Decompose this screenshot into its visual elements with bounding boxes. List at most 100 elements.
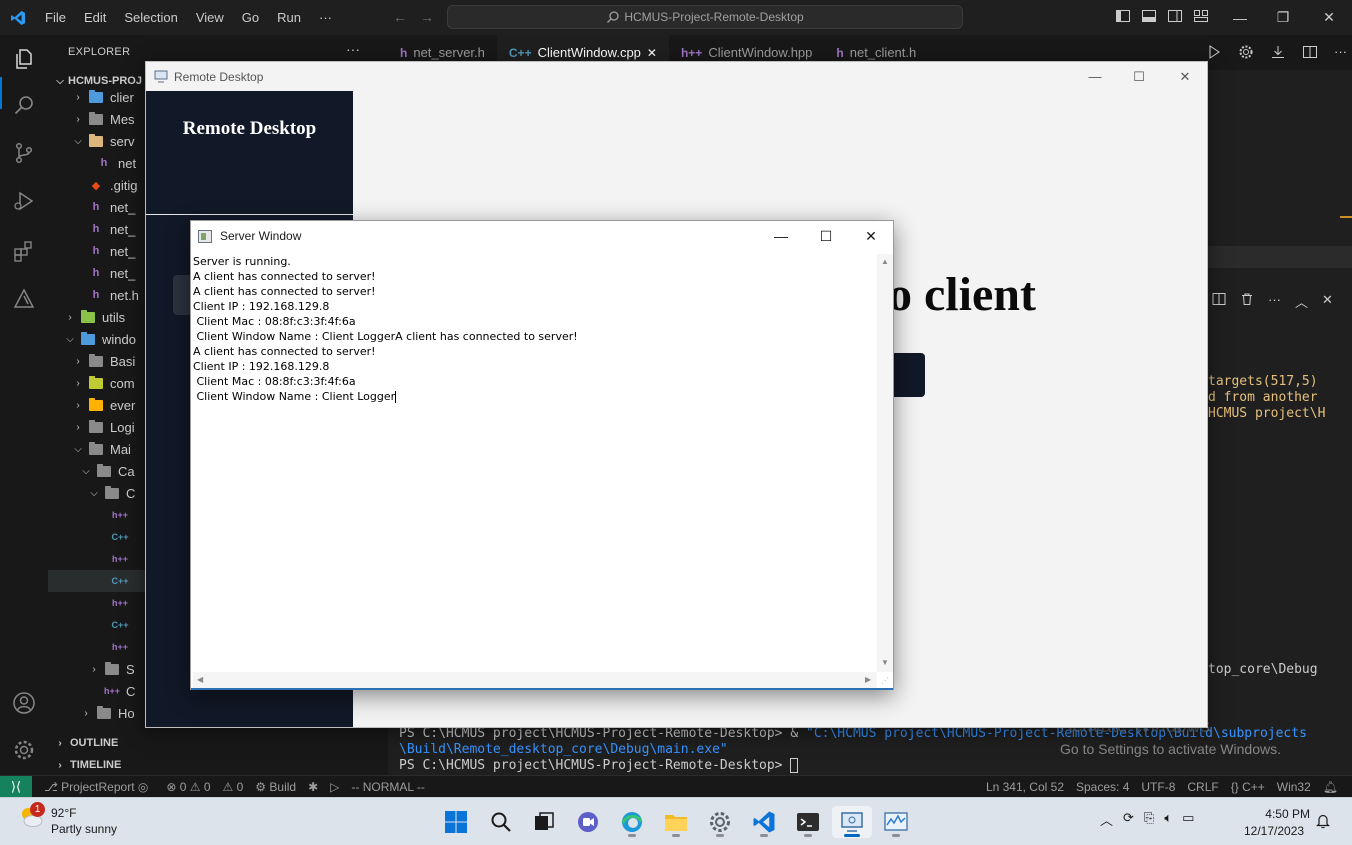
remote-desktop-taskbar-button[interactable]	[832, 806, 872, 838]
remote-desktop-titlebar[interactable]: Remote Desktop — ☐ ✕	[146, 62, 1207, 91]
weather-widget[interactable]: 1	[18, 802, 45, 830]
notifications-bell-icon[interactable]: 🔔︎	[1317, 780, 1344, 794]
trash-icon[interactable]	[1240, 292, 1254, 306]
minimize-icon[interactable]: —	[1072, 62, 1118, 91]
branch-status[interactable]: ⎇ ProjectReport ◎	[38, 780, 154, 794]
volume-icon[interactable]: 🔈︎	[1164, 810, 1172, 829]
taskbar-search-button[interactable]	[481, 806, 521, 838]
resource-monitor-button[interactable]	[876, 806, 916, 838]
download-icon[interactable]	[1270, 44, 1286, 60]
server-log-textarea[interactable]: Server is running. A client has connecte…	[193, 254, 873, 674]
task-view-button[interactable]	[524, 806, 564, 838]
restore-icon[interactable]: ❐	[1260, 0, 1306, 35]
build-status[interactable]: ⚙ Build	[249, 780, 302, 794]
minimize-icon[interactable]: —	[1217, 0, 1263, 35]
settings-gear-icon[interactable]	[12, 738, 36, 762]
encoding-status[interactable]: UTF-8	[1135, 780, 1181, 794]
forward-arrow-icon[interactable]: →	[420, 9, 434, 25]
menu-view[interactable]: View	[187, 0, 233, 35]
close-icon[interactable]: ✕	[1306, 0, 1352, 35]
network-icon[interactable]: ⎘	[1144, 810, 1154, 829]
maximize-panel-icon[interactable]: ︿	[1295, 292, 1308, 311]
menu-go[interactable]: Go	[233, 0, 268, 35]
tree-item-label: .gitig	[110, 177, 138, 193]
extensions-icon[interactable]	[12, 239, 36, 263]
resize-grip-icon[interactable]: ⋰	[881, 676, 889, 685]
clock-date[interactable]: 12/17/2023	[1244, 824, 1304, 838]
sync-icon[interactable]: ⟳	[1123, 810, 1134, 829]
ports-status[interactable]: ⚠ 0	[217, 780, 250, 794]
close-icon[interactable]: ✕	[848, 221, 894, 251]
search-activity-icon[interactable]	[12, 93, 36, 117]
run-debug-icon[interactable]	[12, 189, 36, 213]
chevron-down-icon: ⌵	[74, 443, 82, 455]
windows-taskbar: 1 92°F Partly sunny ︿ ⟳ ⎘ 🔈︎ ▭ 4:50 PM 1…	[0, 797, 1352, 845]
menu-selection[interactable]: Selection	[115, 0, 186, 35]
source-control-icon[interactable]	[12, 141, 36, 165]
maximize-icon[interactable]: ☐	[803, 221, 849, 251]
indentation-status[interactable]: Spaces: 4	[1070, 780, 1135, 794]
running-indicator	[760, 834, 768, 837]
start-button[interactable]	[436, 806, 476, 838]
timeline-section[interactable]: › TIMELINE	[48, 754, 388, 776]
split-terminal-icon[interactable]	[1212, 292, 1226, 306]
settings-app-button[interactable]	[700, 806, 740, 838]
vertical-scrollbar[interactable]: ▲ ▼	[877, 254, 893, 672]
menu-file[interactable]: File	[36, 0, 75, 35]
file-explorer-button[interactable]	[656, 806, 696, 838]
show-hidden-icons-chevron-icon[interactable]: ︿	[1100, 810, 1113, 829]
toggle-secondary-sidebar-icon[interactable]	[1167, 8, 1183, 24]
vscode-taskbar-button[interactable]	[744, 806, 784, 838]
remote-indicator-icon[interactable]: ⟩⟨	[0, 775, 32, 798]
terminal-prompt-line[interactable]: PS C:\HCMUS project\HCMUS-Project-Remote…	[399, 758, 799, 773]
clock-time[interactable]: 4:50 PM	[1262, 807, 1310, 821]
menu-run[interactable]: Run	[268, 0, 310, 35]
battery-icon[interactable]: ▭	[1182, 810, 1194, 829]
explorer-icon[interactable]	[12, 47, 36, 71]
outline-section[interactable]: › OUTLINE	[48, 732, 388, 754]
scroll-down-arrow-icon[interactable]: ▼	[881, 658, 889, 667]
minimize-icon[interactable]: —	[758, 221, 804, 251]
scroll-left-arrow-icon[interactable]: ◀	[197, 675, 203, 684]
maximize-icon[interactable]: ☐	[1116, 62, 1162, 91]
edge-browser-button[interactable]	[612, 806, 652, 838]
cmake-icon[interactable]	[12, 287, 36, 311]
close-panel-icon[interactable]: ✕	[1322, 292, 1333, 311]
horizontal-scrollbar[interactable]: ◀ ▶	[193, 672, 877, 688]
toggle-panel-icon[interactable]	[1141, 8, 1157, 24]
customize-layout-icon[interactable]	[1193, 8, 1209, 24]
run-file-icon[interactable]	[1206, 44, 1222, 60]
folder-icon	[104, 661, 120, 676]
debug-bug-icon[interactable]: ✱	[302, 780, 324, 794]
close-icon[interactable]: ✕	[1162, 62, 1208, 91]
more-actions-icon[interactable]: ···	[1268, 292, 1281, 311]
command-center-search[interactable]: HCMUS-Project-Remote-Desktop	[447, 5, 963, 29]
tab-close-icon[interactable]: ✕	[647, 46, 657, 60]
menu-more[interactable]: ···	[310, 0, 341, 35]
scroll-up-arrow-icon[interactable]: ▲	[881, 257, 889, 266]
platform-status[interactable]: Win32	[1271, 780, 1317, 794]
chevron-down-icon: ⌵	[74, 135, 82, 147]
terminal-taskbar-button[interactable]	[788, 806, 828, 838]
folder-icon	[88, 375, 104, 390]
scroll-right-arrow-icon[interactable]: ▶	[865, 675, 871, 684]
menu-edit[interactable]: Edit	[75, 0, 115, 35]
back-arrow-icon[interactable]: ←	[393, 9, 407, 25]
split-editor-icon[interactable]	[1302, 44, 1318, 60]
account-icon[interactable]	[12, 691, 36, 715]
chevron-down-icon: ⌵	[90, 487, 98, 499]
terminal-output-line: d from another	[1208, 390, 1318, 405]
toggle-sidebar-icon[interactable]	[1115, 8, 1131, 24]
more-actions-icon[interactable]: ···	[1334, 44, 1347, 60]
language-status[interactable]: {} C++	[1225, 780, 1271, 794]
notification-bell-icon[interactable]	[1316, 813, 1330, 829]
log-line: A client has connected to server!	[193, 285, 376, 298]
server-window-titlebar[interactable]: Server Window — ☐ ✕	[191, 221, 893, 251]
launch-play-icon[interactable]: ▷	[324, 780, 345, 794]
settings-gear-icon[interactable]	[1238, 44, 1254, 60]
explorer-more-icon[interactable]: ···	[346, 41, 360, 57]
teams-chat-button[interactable]	[568, 806, 608, 838]
cursor-position-status[interactable]: Ln 341, Col 52	[980, 780, 1070, 794]
problems-status[interactable]: ⊗ 0 ⚠ 0	[160, 780, 216, 794]
eol-status[interactable]: CRLF	[1181, 780, 1224, 794]
